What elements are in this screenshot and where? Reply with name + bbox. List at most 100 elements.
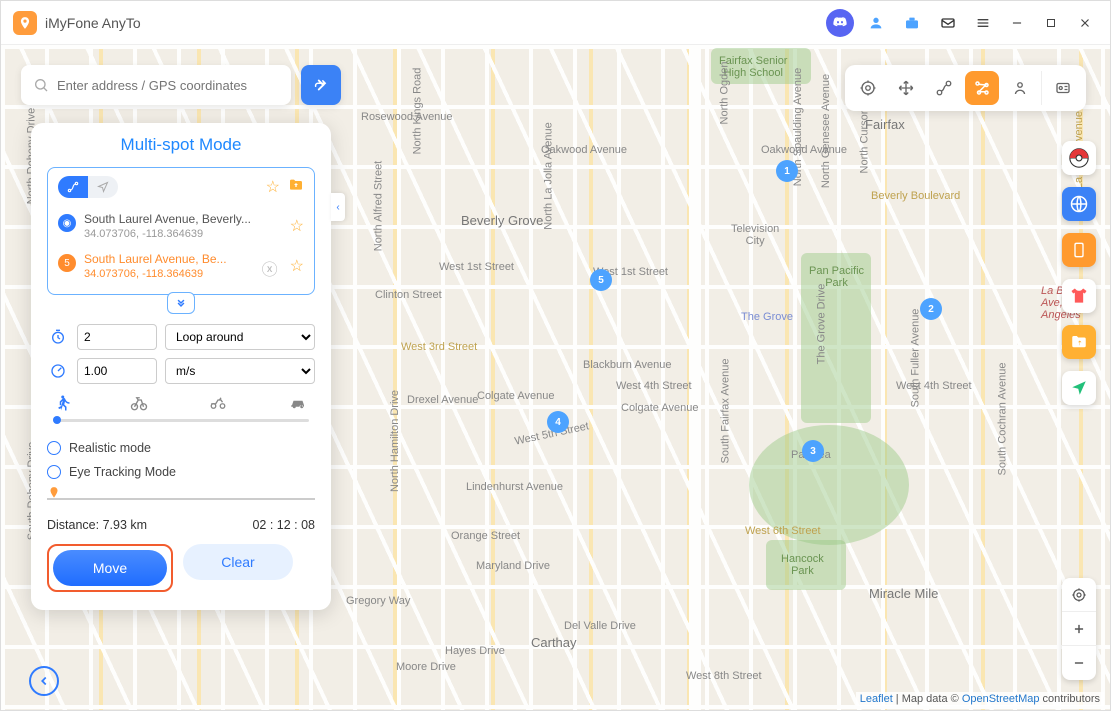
move-button[interactable]: Move [53,550,167,586]
teleport-mode-icon[interactable] [851,71,885,105]
title-bar-actions [826,9,1098,37]
spot-fav-icon[interactable]: ☆ [290,256,304,276]
street-beverly-blvd: Beverly Boulevard [871,190,960,202]
expand-spots-button[interactable] [167,292,195,314]
toolbox-icon[interactable] [898,9,926,37]
loop-mode-select[interactable]: Loop around [165,324,315,350]
send-location-icon[interactable] [1062,371,1096,405]
import-icon[interactable] [1062,325,1096,359]
poi-the-grove: The Grove [741,311,793,323]
route-toggle-send-icon [88,176,118,198]
district-miracle-mile: Miracle Mile [869,586,938,601]
transport-slider[interactable] [53,419,309,422]
spot-item-0[interactable]: ◉ South Laurel Avenue, Beverly... 34.073… [58,206,304,246]
leaflet-link[interactable]: Leaflet [860,693,893,705]
phone-icon[interactable] [1062,233,1096,267]
waypoint-3[interactable]: 3 [802,440,824,462]
move-mode-icon[interactable] [889,71,923,105]
spot-coords: 34.073706, -118.364639 [84,228,282,240]
waypoint-5[interactable]: 5 [590,269,612,291]
park-area-4 [766,540,846,590]
street-lindenhurst: Lindenhurst Avenue [466,481,563,493]
zoom-out-button[interactable] [1062,646,1096,680]
street-w1: West 1st Street [439,261,514,273]
street-oakwood-b: Oakwood Avenue [761,144,847,156]
maximize-button[interactable] [1038,10,1064,36]
spot-address: South Laurel Avenue, Beverly... [84,212,254,226]
route-toggle[interactable] [58,176,118,198]
street-delvalle: Del Valle Drive [564,620,636,632]
spot-coords: 34.073706, -118.364639 [84,268,254,280]
osm-link[interactable]: OpenStreetMap [962,693,1040,705]
mail-icon[interactable] [934,9,962,37]
street-w8: West 8th Street [686,670,762,682]
eye-tracking-option[interactable]: Eye Tracking Mode [47,460,315,484]
distance-slider[interactable] [47,498,315,500]
close-button[interactable] [1072,10,1098,36]
park-area-3 [711,48,811,84]
street-cochran: South Cochran Avenue [996,363,1008,476]
two-spot-mode-icon[interactable] [927,71,961,105]
walk-icon[interactable] [53,394,71,417]
spot-fav-icon[interactable]: ☆ [290,216,304,236]
slider-pin-icon [47,484,61,507]
street-hamilton: North Hamilton Drive [389,390,401,492]
settings-icon[interactable] [1046,71,1080,105]
app-logo-icon [13,11,37,35]
search-bar [21,65,341,105]
duration-value: 02 : 12 : 08 [252,518,315,532]
side-shortcuts [1062,141,1096,405]
waypoint-2[interactable]: 2 [920,298,942,320]
transport-modes [47,394,315,417]
pokeball-icon[interactable] [1062,141,1096,175]
spot-delete-icon[interactable]: ⓧ [262,256,278,280]
menu-icon[interactable] [970,10,996,36]
radio-icon [47,441,61,455]
search-input[interactable] [57,78,279,93]
search-go-button[interactable] [301,65,341,105]
park-area [801,253,871,423]
street-kings: North Kings Road [411,68,423,155]
street-rosewood: Rosewood Avenue [361,111,453,123]
export-folder-icon[interactable] [288,177,304,198]
title-bar: iMyFone AnyTo [1,1,1110,45]
speed-icon [47,363,69,379]
loops-input[interactable] [77,324,157,350]
back-button[interactable] [29,666,59,696]
favorite-all-icon[interactable]: ☆ [266,177,280,198]
spot-item-1[interactable]: 5 South Laurel Avenue, Be... 34.073706, … [58,246,304,286]
realistic-mode-label: Realistic mode [69,441,151,455]
speed-input[interactable] [77,358,157,384]
street-maryland: Maryland Drive [476,560,550,572]
street-drexel: Drexel Avenue [407,394,478,406]
multi-spot-mode-icon[interactable] [965,71,999,105]
district-carthay: Carthay [531,635,577,650]
dns-icon[interactable] [1062,187,1096,221]
bike-icon[interactable] [129,394,149,417]
waypoint-4[interactable]: 4 [547,411,569,433]
street-w3: West 3rd Street [401,341,477,353]
radio-icon [47,465,61,479]
jump-teleport-icon[interactable] [1003,71,1037,105]
street-fuller: South Fuller Avenue [909,309,921,408]
zoom-controls [1062,578,1096,680]
street-moore: Moore Drive [396,661,456,673]
discord-icon[interactable] [826,9,854,37]
user-icon[interactable] [862,9,890,37]
speed-unit-select[interactable]: m/s [165,358,315,384]
realistic-mode-option[interactable]: Realistic mode [47,436,315,460]
waypoint-1[interactable]: 1 [776,160,798,182]
clear-button[interactable]: Clear [183,544,293,580]
tshirt-icon[interactable] [1062,279,1096,313]
street-clinton: Clinton Street [375,289,442,301]
minimize-button[interactable] [1004,10,1030,36]
car-icon[interactable] [287,394,309,417]
street-lajolla: North La Jolla Avenue [543,122,555,229]
motorcycle-icon[interactable] [207,394,229,417]
zoom-in-button[interactable] [1062,612,1096,646]
move-highlight: Move [47,544,173,592]
panel-collapse-button[interactable]: ‹ [331,193,345,221]
poi-television-city: Television City [731,223,779,247]
locate-me-button[interactable] [1062,578,1096,612]
distance-value: Distance: 7.93 km [47,518,147,532]
